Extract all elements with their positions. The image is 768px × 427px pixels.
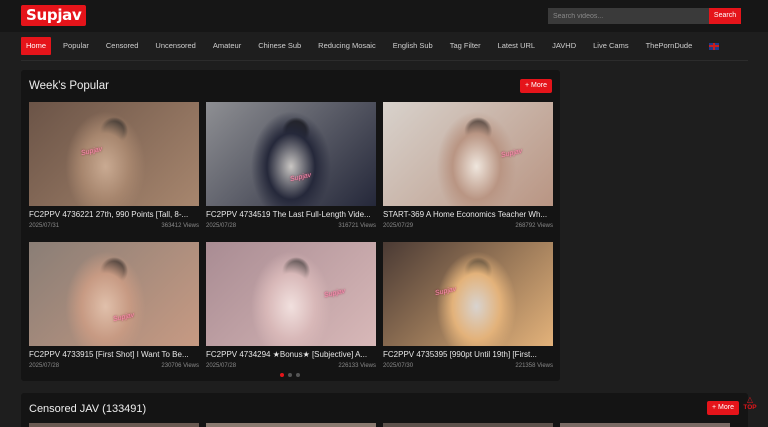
- nav-item-latest-url[interactable]: Latest URL: [493, 37, 541, 55]
- thumbnail-image: [383, 242, 553, 346]
- nav-item-popular[interactable]: Popular: [58, 37, 94, 55]
- video-thumbnail[interactable]: [29, 423, 199, 427]
- thumbnail-image: [29, 102, 199, 206]
- video-title[interactable]: FC2PPV 4735395 [990pt Until 19th] [First…: [383, 350, 553, 359]
- view-count: 268792 Views: [515, 223, 553, 229]
- thumbnail-image: [206, 102, 376, 206]
- uk-flag-icon: [709, 42, 720, 50]
- video-date: 2025/07/30: [383, 363, 414, 369]
- carousel-dot[interactable]: [296, 373, 300, 377]
- video-date: 2025/07/28: [206, 363, 237, 369]
- view-count: 230706 Views: [161, 363, 199, 369]
- carousel-dots: [280, 373, 300, 377]
- view-count: 316721 Views: [338, 223, 376, 229]
- view-count: 226133 Views: [338, 363, 376, 369]
- nav-item-javhd[interactable]: JAVHD: [547, 37, 581, 55]
- language-switcher[interactable]: [704, 37, 724, 55]
- nav-item-uncensored[interactable]: Uncensored: [150, 37, 200, 55]
- back-to-top-label: TOP: [743, 404, 757, 411]
- video-thumbnail[interactable]: Supjav: [383, 242, 553, 346]
- top-bar: Supjav Search: [0, 0, 768, 32]
- view-count: 221358 Views: [515, 363, 553, 369]
- more-button[interactable]: + More: [520, 79, 552, 93]
- video-title[interactable]: FC2PPV 4734519 The Last Full-Length Vide…: [206, 210, 376, 219]
- nav-item-live-cams[interactable]: Live Cams: [588, 37, 633, 55]
- nav-item-home[interactable]: Home: [21, 37, 52, 55]
- video-date: 2025/07/31: [29, 223, 60, 229]
- thumbnail-image: [383, 102, 553, 206]
- video-thumbnail[interactable]: Supjav: [29, 102, 199, 206]
- video-date: 2025/07/28: [29, 363, 60, 369]
- search-button[interactable]: Search: [709, 8, 741, 24]
- main-nav: Home Popular Censored Uncensored Amateur Chin…: [21, 37, 731, 55]
- nav-item-tag-filter[interactable]: Tag Filter: [445, 37, 486, 55]
- nav-divider: [21, 60, 748, 61]
- thumbnail-image: [29, 242, 199, 346]
- search-input[interactable]: [548, 8, 709, 24]
- video-thumbnail[interactable]: Supjav: [383, 102, 553, 206]
- video-thumbnail[interactable]: [560, 423, 730, 427]
- nav-item-theporndude[interactable]: ThePornDude: [641, 37, 698, 55]
- carousel-dot[interactable]: [288, 373, 292, 377]
- weeks-popular-panel: Week's Popular + More Supjav FC2PPV 47362…: [21, 70, 560, 381]
- censored-section: Censored JAV (133491) + More: [21, 393, 748, 427]
- video-title[interactable]: FC2PPV 4733915 [First Shot] I Want To Be…: [29, 350, 199, 359]
- video-title[interactable]: FC2PPV 4736221 27th, 990 Points [Tall, 8…: [29, 210, 199, 219]
- nav-item-reducing-mosaic[interactable]: Reducing Mosaic: [313, 37, 381, 55]
- more-button[interactable]: + More: [707, 401, 739, 415]
- video-thumbnail[interactable]: Supjav: [206, 242, 376, 346]
- arrow-up-icon: △: [746, 395, 754, 404]
- section-title: Week's Popular: [29, 80, 109, 92]
- thumbnail-image: [206, 242, 376, 346]
- video-title[interactable]: START-369 A Home Economics Teacher Wh...: [383, 210, 553, 219]
- nav-item-amateur[interactable]: Amateur: [208, 37, 246, 55]
- video-thumbnail[interactable]: Supjav: [29, 242, 199, 346]
- video-thumbnail[interactable]: [383, 423, 553, 427]
- view-count: 363412 Views: [161, 223, 199, 229]
- video-thumbnail[interactable]: [206, 423, 376, 427]
- video-title[interactable]: FC2PPV 4734294 ★Bonus★ [Subjective] A...: [206, 350, 376, 359]
- section-title: Censored JAV (133491): [29, 403, 147, 415]
- video-date: 2025/07/28: [206, 223, 237, 229]
- carousel-dot[interactable]: [280, 373, 284, 377]
- nav-item-english-sub[interactable]: English Sub: [388, 37, 438, 55]
- nav-item-chinese-sub[interactable]: Chinese Sub: [253, 37, 306, 55]
- video-thumbnail[interactable]: Supjav: [206, 102, 376, 206]
- nav-item-censored[interactable]: Censored: [101, 37, 144, 55]
- video-date: 2025/07/29: [383, 223, 414, 229]
- site-logo[interactable]: Supjav: [21, 5, 87, 26]
- back-to-top-button[interactable]: △ TOP: [740, 395, 760, 415]
